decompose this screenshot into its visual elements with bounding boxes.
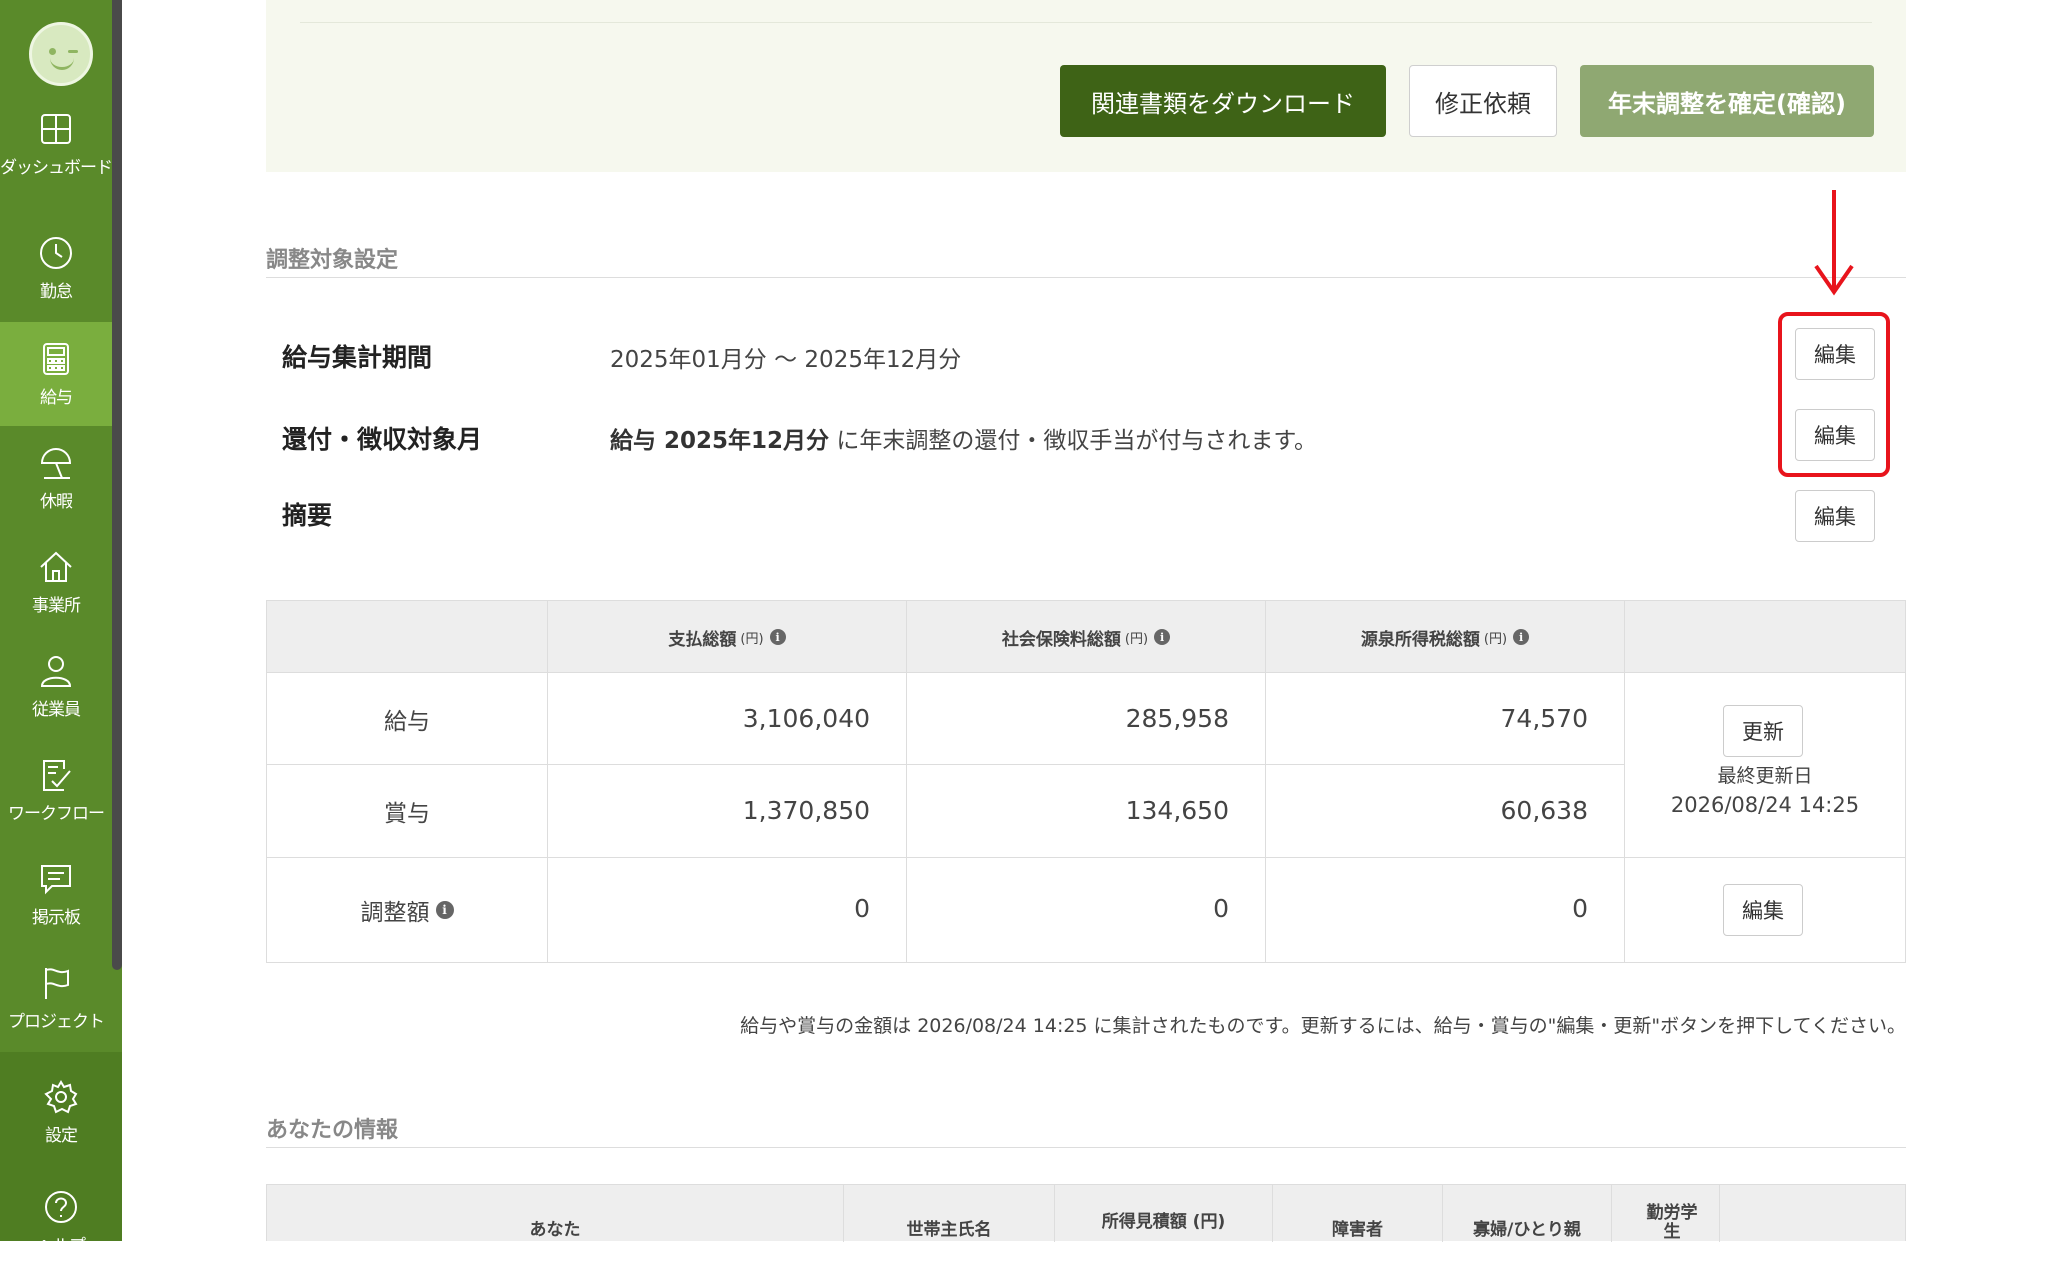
- sidebar-item-settings[interactable]: 設定: [0, 1060, 122, 1164]
- sidebar-item-label: 給与: [40, 387, 73, 408]
- info-icon[interactable]: i: [769, 629, 786, 645]
- info-icon[interactable]: i: [1154, 629, 1171, 645]
- edit-adjustment-button[interactable]: 編集: [1723, 884, 1803, 936]
- payroll-period-value: 2025年01月分 〜 2025年12月分: [610, 347, 962, 373]
- divider: [266, 1147, 1906, 1148]
- sidebar-item-attendance[interactable]: 勤怠: [0, 216, 112, 320]
- sidebar-item-payroll[interactable]: 給与: [0, 322, 112, 426]
- beach-umbrella-icon: [40, 447, 72, 479]
- sidebar: ダッシュボード 勤怠 給与 休暇 事業所 従業員 ワークフロー 掲示板 プロジェ…: [0, 0, 122, 1256]
- request-fix-button[interactable]: 修正依頼: [1409, 65, 1557, 137]
- sidebar-item-label: 勤怠: [40, 281, 73, 302]
- person-icon: [40, 655, 72, 687]
- column-header-estimated-income: 所得見積額 (円): [1101, 1212, 1226, 1232]
- sidebar-item-label: プロジェクト: [8, 1011, 105, 1032]
- user-avatar[interactable]: [29, 22, 93, 86]
- dashboard-icon: [41, 113, 71, 144]
- bonus-social-insurance: 134,650: [1125, 796, 1229, 825]
- column-header-payment-total: 支払総額 (円) i: [548, 601, 906, 673]
- flag-icon: [45, 967, 69, 999]
- sidebar-item-label: 設定: [45, 1125, 78, 1146]
- summary-label: 摘要: [282, 501, 333, 530]
- sidebar-item-workflow[interactable]: ワークフロー: [0, 738, 112, 842]
- adjustment-withholding-tax: 0: [1572, 894, 1588, 923]
- row-label-salary: 給与: [384, 709, 430, 735]
- your-info-table: あなた 世帯主氏名 所得見積額 (円) 障害者 寡婦/ひとり親 勤労学生: [266, 1184, 1906, 1242]
- sidebar-item-label: 掲示板: [32, 907, 81, 928]
- info-icon[interactable]: i: [435, 901, 454, 919]
- section-title-adjustment: 調整対象設定: [266, 248, 399, 273]
- sidebar-item-label: 従業員: [32, 699, 81, 720]
- sidebar-item-label: ダッシュボード: [0, 157, 113, 178]
- sidebar-item-dashboard[interactable]: ダッシュボード: [0, 92, 113, 196]
- sidebar-scrollbar[interactable]: [112, 0, 122, 970]
- aggregation-note: 給与や賞与の金額は 2026/08/24 14:25 に集計されたものです。更新…: [740, 1015, 1906, 1037]
- divider: [300, 22, 1872, 23]
- sidebar-item-office[interactable]: 事業所: [0, 530, 112, 634]
- bonus-payment-total: 1,370,850: [742, 796, 870, 825]
- checklist-icon: [43, 759, 71, 791]
- column-header-you: あなた: [529, 1220, 581, 1240]
- column-header-social-insurance-total: 社会保険料総額 (円) i: [907, 601, 1265, 673]
- last-updated-value: 2026/08/24 14:25: [1670, 793, 1860, 817]
- salary-withholding-tax: 74,570: [1500, 704, 1588, 733]
- sidebar-item-vacation[interactable]: 休暇: [0, 426, 112, 530]
- clock-icon: [40, 236, 72, 269]
- row-label-adjustment: 調整額 i: [267, 858, 547, 962]
- home-icon: [40, 551, 72, 582]
- annotation-highlight-box: [1778, 312, 1890, 477]
- salary-social-insurance: 285,958: [1125, 704, 1229, 733]
- sidebar-item-label: 事業所: [32, 595, 81, 616]
- sidebar-item-label: ワークフロー: [8, 803, 105, 824]
- last-updated-label: 最終更新日: [1717, 765, 1813, 787]
- chat-icon: [41, 864, 71, 894]
- bonus-withholding-tax: 60,638: [1500, 796, 1588, 825]
- sidebar-item-bulletin[interactable]: 掲示板: [0, 842, 112, 946]
- section-title-your-info: あなたの情報: [266, 1118, 399, 1143]
- divider: [266, 277, 1906, 278]
- gear-icon: [44, 1079, 78, 1113]
- row-label-bonus: 賞与: [384, 801, 430, 827]
- edit-summary-button[interactable]: 編集: [1795, 490, 1875, 542]
- annotation-arrowhead: [1814, 264, 1854, 296]
- sidebar-item-employees[interactable]: 従業員: [0, 634, 112, 738]
- column-header-disabled: 障害者: [1332, 1220, 1383, 1240]
- confirm-adjustment-button[interactable]: 年末調整を確定(確認): [1580, 65, 1874, 137]
- sidebar-item-label: 休暇: [40, 491, 73, 512]
- salary-payment-total: 3,106,040: [742, 704, 870, 733]
- column-header-widow-single-parent: 寡婦/ひとり親: [1473, 1220, 1581, 1240]
- calculator-icon: [43, 342, 69, 375]
- column-header-household-head: 世帯主氏名: [906, 1220, 992, 1240]
- update-totals-button[interactable]: 更新: [1723, 705, 1803, 757]
- download-documents-button[interactable]: 関連書類をダウンロード: [1060, 65, 1386, 137]
- adjustment-social-insurance: 0: [1213, 894, 1229, 923]
- info-icon[interactable]: i: [1513, 629, 1530, 645]
- sidebar-item-label: ヘルプ: [37, 1235, 86, 1256]
- adjustment-payment-total: 0: [854, 894, 870, 923]
- refund-month-label: 還付・徴収対象月: [282, 425, 483, 454]
- refund-month-value: 給与 2025年12月分 に年末調整の還付・徴収手当が付与されます。: [610, 421, 1317, 455]
- totals-table: 支払総額 (円) i 社会保険料総額 (円) i 源泉所得税総額 (円) i 給与 3,10…: [266, 600, 1906, 963]
- payroll-period-label: 給与集計期間: [282, 343, 433, 372]
- sidebar-bottom: 設定 ヘルプ: [0, 1052, 122, 1256]
- sidebar-item-project[interactable]: プロジェクト: [0, 946, 112, 1050]
- sidebar-item-help[interactable]: ヘルプ: [0, 1170, 122, 1274]
- refund-month-bold: 給与 2025年12月分: [610, 428, 830, 454]
- refund-month-text: に年末調整の還付・徴収手当が付与されます。: [836, 428, 1318, 454]
- help-icon: [45, 1190, 77, 1223]
- column-header-working-student: 勤労学生: [1646, 1202, 1698, 1242]
- column-header-withholding-tax-total: 源泉所得税総額 (円) i: [1266, 601, 1624, 673]
